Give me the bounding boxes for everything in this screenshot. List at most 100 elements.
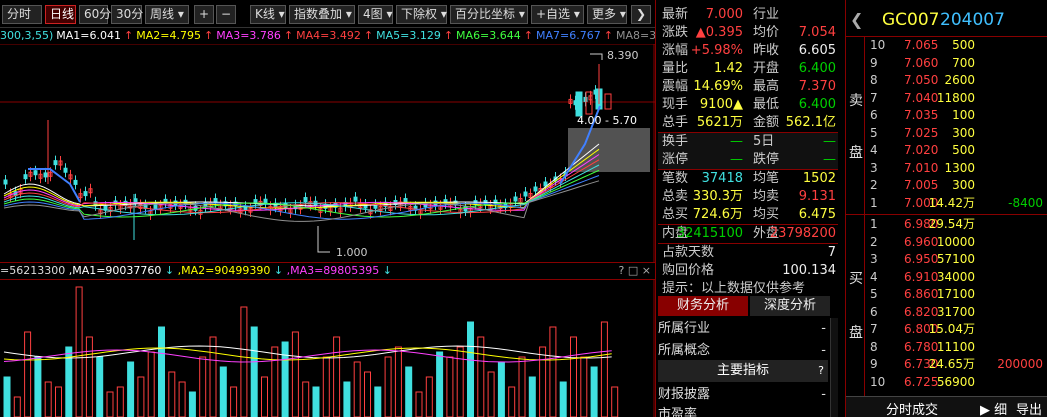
toolbar-button-2[interactable]: 60分	[79, 5, 111, 24]
orderbook-row[interactable]: 3 6.950 57100	[866, 250, 1047, 269]
volume-bar	[24, 331, 32, 417]
tab-finance[interactable]: 财务分析	[658, 296, 748, 316]
panel-scrollbar[interactable]	[830, 318, 838, 417]
level-number: 9	[870, 357, 878, 371]
pe-label: 市盈率	[658, 407, 698, 417]
orderbook-row[interactable]: 5 7.025 300	[866, 124, 1047, 143]
industry-row[interactable]: 所属行业 -	[658, 318, 828, 340]
toolbar-button-6[interactable]: −	[216, 5, 236, 24]
quote-extra-row: 占款天数 7	[658, 244, 838, 262]
volume-bar	[34, 356, 42, 417]
orderbook-row[interactable]: 2 7.005 300	[866, 176, 1047, 195]
orderbook-row[interactable]: 5 6.860 17100	[866, 285, 1047, 304]
tab-depth[interactable]: 深度分析	[750, 296, 830, 316]
volume: 24.65万	[928, 357, 975, 371]
concept-row[interactable]: 所属概念 -	[658, 340, 828, 362]
orderbook-row[interactable]: 7 7.040 11800	[866, 89, 1047, 108]
toolbar-button-13[interactable]: 更多 ▾	[587, 5, 627, 24]
prev-arrow-icon[interactable]: ❮	[850, 8, 863, 32]
stock-code: GC007	[882, 10, 940, 30]
toolbar-button-8[interactable]: 指数叠加 ▾	[289, 5, 355, 24]
quote-key-2: 均价	[753, 25, 780, 40]
quote-value: 330.3万	[692, 189, 743, 204]
ma-item-6: MA6=3.644	[456, 29, 521, 42]
orderbook-row[interactable]: 4 7.020 500	[866, 141, 1047, 160]
report-row[interactable]: 财报披露 -	[658, 384, 828, 406]
orderbook-row[interactable]: 7 6.800 15.04万	[866, 320, 1047, 339]
quote-row: 现手 9100▲ 最低 6.400	[658, 96, 838, 114]
price: 6.820	[904, 304, 939, 319]
volume-bar	[281, 341, 289, 417]
toolbar-button-10[interactable]: 下除权 ▾	[396, 5, 447, 24]
toolbar-button-5[interactable]: +	[194, 5, 214, 24]
volume-bar	[219, 366, 227, 417]
orderbook-row[interactable]: 9 7.060 700	[866, 54, 1047, 73]
orderbook-row[interactable]: 9 6.730 24.65万 200000	[866, 355, 1047, 374]
price-chart[interactable]: 8.390 1.000 4.00 - 5.70	[0, 44, 655, 262]
orderbook-row[interactable]: 8 7.050 2600	[866, 71, 1047, 90]
orderbook-row[interactable]: 8 6.780 11100	[866, 338, 1047, 357]
quote-value: 7.000	[705, 7, 743, 22]
volume-bar	[374, 386, 382, 417]
quote-row: 量比 1.42 开盘 6.400	[658, 60, 838, 78]
quote-row: 内盘 32415100 外盘 23798200	[658, 225, 838, 243]
volume-bar	[477, 336, 485, 417]
change: 200000	[997, 357, 1043, 371]
volume-bar	[570, 336, 577, 417]
volume: 1300	[944, 160, 975, 175]
volume: 57100	[936, 252, 975, 266]
time-sales-tab[interactable]: 分时成交	[886, 399, 938, 417]
ma-arrow-icon: ↑	[443, 29, 454, 42]
volume: 300	[952, 125, 975, 140]
orderbook-row[interactable]: 10 7.065 500	[866, 36, 1047, 55]
toolbar-button-9[interactable]: 4图 ▾	[358, 5, 393, 24]
quote-value: ▲0.395	[695, 25, 743, 40]
pe-row[interactable]: 市盈率	[658, 404, 828, 417]
price: 7.035	[904, 108, 939, 122]
orderbook-row[interactable]: 1 6.980 29.54万	[866, 215, 1047, 234]
toolbar-button-14[interactable]: ❯	[631, 5, 651, 24]
quote-value-2: 23798200	[769, 226, 836, 241]
quote-row: 涨停 — 跌停 —	[658, 151, 838, 169]
volume: 15.04万	[928, 322, 975, 336]
volume-bar	[436, 351, 444, 417]
detail-tab[interactable]: ▶ 细	[980, 399, 1007, 417]
vol-prefix: =56213300	[0, 264, 69, 277]
orderbook-row[interactable]: 3 7.010 1300	[866, 159, 1047, 178]
toolbar-button-7[interactable]: K线 ▾	[250, 5, 286, 24]
orderbook-row[interactable]: 6 7.035 100	[866, 106, 1047, 125]
toolbar-button-4[interactable]: 周线 ▾	[145, 5, 189, 24]
quote-value-2: —	[823, 134, 836, 149]
high-marker-line	[590, 53, 603, 60]
toolbar-button-12[interactable]: +自选 ▾	[531, 5, 584, 24]
volume-bar	[3, 376, 11, 417]
orderbook-row[interactable]: 4 6.910 34000	[866, 268, 1047, 287]
volume-bar	[497, 361, 505, 417]
volume: 34000	[936, 269, 975, 284]
level-number: 7	[870, 90, 878, 105]
level-number: 1	[870, 195, 878, 210]
main-indicators-title[interactable]: 主要指标 ?	[658, 360, 828, 382]
toolbar-button-1[interactable]: 日线	[45, 5, 76, 24]
toolbar-button-0[interactable]: 分时	[2, 5, 42, 24]
price: 6.725	[904, 374, 939, 389]
volume-legend-bar: =56213300 ,MA1=90037760 ↓ ,MA2=90499390 …	[0, 262, 655, 280]
toolbar-button-11[interactable]: 百分比坐标 ▾	[450, 5, 528, 24]
volume-bar	[250, 326, 258, 417]
quote-value: 9100▲	[699, 97, 743, 112]
orderbook-row[interactable]: 6 6.820 31700	[866, 303, 1047, 322]
quote-value-2: 1502	[802, 171, 836, 186]
help-icon[interactable]: ?	[818, 360, 824, 382]
candle-body	[153, 204, 158, 210]
orderbook-row[interactable]: 1 7.000 14.42万 -8400	[866, 194, 1047, 213]
volume: 2600	[944, 73, 975, 87]
toolbar-button-3[interactable]: 30分	[111, 5, 143, 24]
orderbook-row[interactable]: 10 6.725 56900	[866, 373, 1047, 392]
level-number: 8	[870, 73, 878, 87]
ma-item-3: MA3=3.786	[216, 29, 281, 42]
volume-chart[interactable]	[0, 280, 655, 417]
window-control-icons[interactable]: ? □ ×	[619, 263, 651, 279]
export-button[interactable]: 导出	[1016, 399, 1042, 417]
orderbook-row[interactable]: 2 6.960 10000	[866, 233, 1047, 252]
volume-bar	[147, 351, 155, 417]
